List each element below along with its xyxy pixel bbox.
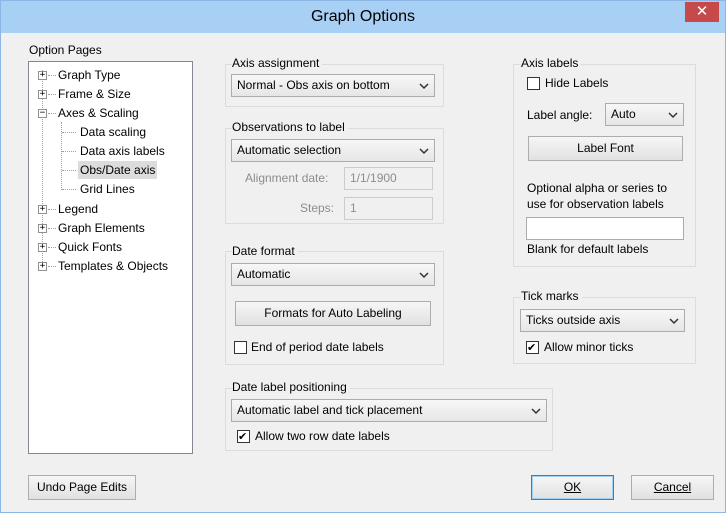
tree-item-obs-date-axis[interactable]: Obs/Date axis — [78, 161, 158, 179]
steps-label: Steps: — [300, 201, 335, 215]
tick-marks-title: Tick marks — [521, 289, 582, 303]
axis-assignment-title: Axis assignment — [232, 56, 323, 70]
tree-item-graph-elements[interactable]: Graph Elements — [58, 219, 145, 237]
cancel-button-label: Cancel — [653, 480, 692, 494]
axis-assignment-select[interactable]: Normal - Obs axis on bottom — [231, 74, 435, 97]
tree-item-data-scaling[interactable]: Data scaling — [80, 123, 146, 141]
date-format-select[interactable]: Automatic — [231, 263, 435, 286]
ok-button-label: OK — [563, 480, 582, 494]
end-of-period-checkbox[interactable] — [234, 341, 247, 354]
chevron-down-icon — [419, 272, 429, 279]
undo-page-edits-button[interactable]: Undo Page Edits — [28, 475, 136, 500]
tree-item-templates-objects[interactable]: Templates & Objects — [58, 257, 168, 275]
chevron-down-icon — [419, 83, 429, 90]
date-format-title: Date format — [232, 244, 298, 258]
tree-item-quick-fonts[interactable]: Quick Fonts — [58, 238, 122, 256]
label-font-button[interactable]: Label Font — [528, 136, 683, 161]
tick-marks-select[interactable]: Ticks outside axis — [520, 309, 685, 332]
date-format-value: Automatic — [237, 267, 291, 281]
observations-title: Observations to label — [232, 120, 348, 134]
two-row-date-labels-label: Allow two row date labels — [255, 429, 390, 443]
axis-labels-title: Axis labels — [521, 56, 582, 70]
tree-item-grid-lines[interactable]: Grid Lines — [80, 180, 135, 198]
date-label-positioning-value: Automatic label and tick placement — [237, 403, 423, 417]
alignment-date-field[interactable]: 1/1/1900 — [344, 167, 433, 190]
option-pages-label: Option Pages — [29, 43, 102, 57]
close-icon[interactable]: ✕ — [685, 2, 719, 22]
graph-options-dialog: Graph Options ✕ Option Pages + Graph Typ… — [0, 0, 726, 513]
allow-minor-ticks-checkbox[interactable] — [526, 341, 539, 354]
tree-item-graph-type[interactable]: Graph Type — [58, 66, 120, 84]
allow-minor-ticks-label: Allow minor ticks — [544, 340, 634, 354]
optional-series-text-2: use for observation labels — [527, 197, 664, 211]
tree-item-data-axis-labels[interactable]: Data axis labels — [80, 142, 165, 160]
label-angle-label: Label angle: — [527, 108, 593, 122]
hide-labels-label: Hide Labels — [545, 76, 609, 90]
optional-series-text-1: Optional alpha or series to — [527, 181, 668, 195]
expand-graph-elements-icon[interactable]: + — [38, 224, 47, 233]
option-pages-tree[interactable]: + Graph Type + Frame & Size − Axes & Sca… — [28, 61, 193, 454]
tree-item-axes-scaling[interactable]: Axes & Scaling — [58, 104, 139, 122]
expand-legend-icon[interactable]: + — [38, 205, 47, 214]
end-of-period-label: End of period date labels — [251, 340, 384, 354]
steps-field[interactable]: 1 — [344, 197, 433, 220]
ok-button[interactable]: OK — [531, 475, 614, 500]
label-angle-value: Auto — [611, 107, 636, 121]
cancel-button[interactable]: Cancel — [631, 475, 714, 500]
title-bar[interactable]: Graph Options ✕ — [1, 1, 725, 33]
expand-graph-type-icon[interactable]: + — [38, 71, 47, 80]
formats-auto-labeling-button[interactable]: Formats for Auto Labeling — [235, 301, 431, 326]
hide-labels-checkbox[interactable] — [527, 77, 540, 90]
observation-labels-series-field[interactable] — [526, 217, 684, 240]
expand-quick-fonts-icon[interactable]: + — [38, 243, 47, 252]
tree-item-frame-size[interactable]: Frame & Size — [58, 85, 131, 103]
expand-frame-size-icon[interactable]: + — [38, 90, 47, 99]
axis-assignment-value: Normal - Obs axis on bottom — [237, 78, 390, 92]
alignment-date-label: Alignment date: — [245, 171, 329, 185]
tick-marks-value: Ticks outside axis — [526, 313, 621, 327]
chevron-down-icon — [531, 408, 541, 415]
collapse-axes-scaling-icon[interactable]: − — [38, 109, 47, 118]
date-label-positioning-select[interactable]: Automatic label and tick placement — [231, 399, 547, 422]
blank-default-labels-text: Blank for default labels — [527, 242, 649, 256]
date-label-positioning-title: Date label positioning — [232, 380, 350, 394]
observations-select[interactable]: Automatic selection — [231, 139, 435, 162]
window-title: Graph Options — [310, 8, 416, 25]
two-row-date-labels-checkbox[interactable] — [237, 430, 250, 443]
chevron-down-icon — [669, 318, 679, 325]
label-angle-select[interactable]: Auto — [605, 103, 684, 126]
observations-value: Automatic selection — [237, 143, 342, 157]
expand-templates-objects-icon[interactable]: + — [38, 262, 47, 271]
chevron-down-icon — [668, 112, 678, 119]
tree-item-legend[interactable]: Legend — [58, 200, 98, 218]
chevron-down-icon — [419, 148, 429, 155]
